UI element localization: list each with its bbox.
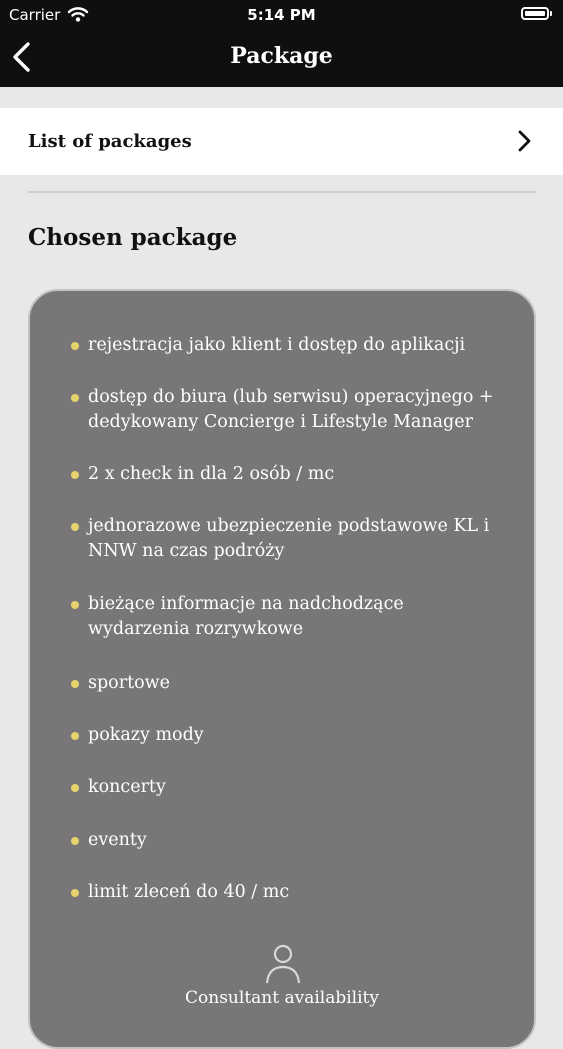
- clock: 5:14 PM: [247, 6, 316, 24]
- top-bar: Carrier 5:14 PM Package: [0, 0, 563, 87]
- bullet-icon: [71, 342, 79, 350]
- divider: [28, 191, 536, 193]
- bullet-icon: [71, 784, 79, 792]
- feature-line: pokazy mody: [88, 725, 204, 745]
- feature-line: wydarzenia rozrywkowe: [88, 619, 304, 639]
- feature-line: 2 x check in dla 2 osób / mc: [88, 464, 335, 484]
- bullet-icon: [71, 732, 79, 740]
- feature-line: jednorazowe ubezpieczenie podstawowe KL …: [88, 516, 490, 536]
- section-title: Chosen package: [28, 224, 238, 251]
- feature-line: eventy: [88, 830, 147, 850]
- status-bar: Carrier 5:14 PM: [0, 0, 563, 30]
- feature-line: koncerty: [88, 777, 166, 797]
- feature-line: rejestracja jako klient i dostęp do apli…: [88, 335, 466, 355]
- feature-item: sportowe: [71, 671, 528, 696]
- feature-line: sportowe: [88, 673, 170, 693]
- bullet-icon: [71, 837, 79, 845]
- chevron-right-icon: [518, 130, 531, 152]
- bullet-icon: [71, 601, 79, 609]
- package-card: rejestracja jako klient i dostęp do apli…: [28, 289, 536, 1049]
- feature-item: pokazy mody: [71, 723, 528, 748]
- battery-icon: [521, 7, 552, 20]
- feature-item: 2 x check in dla 2 osób / mc: [71, 462, 528, 487]
- list-of-packages-label: List of packages: [28, 131, 192, 152]
- feature-item: koncerty: [71, 775, 528, 800]
- person-icon: [265, 944, 301, 984]
- feature-line: limit zleceń do 40 / mc: [88, 882, 290, 902]
- feature-line: NNW na czas podróży: [88, 541, 285, 561]
- bullet-icon: [71, 471, 79, 479]
- feature-line: dedykowany Concierge i Lifestyle Manager: [88, 412, 473, 432]
- consultant-availability-label: Consultant availability: [185, 988, 379, 1008]
- feature-item: dostęp do biura (lub serwisu) operacyjne…: [71, 385, 528, 435]
- feature-item: rejestracja jako klient i dostęp do apli…: [71, 333, 528, 358]
- list-of-packages-row[interactable]: List of packages: [0, 108, 563, 175]
- feature-line: bieżące informacje na nadchodzące: [88, 594, 404, 614]
- feature-item: jednorazowe ubezpieczenie podstawowe KL …: [71, 514, 528, 564]
- feature-line: dostęp do biura (lub serwisu) operacyjne…: [88, 387, 494, 407]
- bullet-icon: [71, 394, 79, 402]
- bullet-icon: [71, 889, 79, 897]
- feature-item: limit zleceń do 40 / mc: [71, 880, 528, 905]
- bullet-icon: [71, 523, 79, 531]
- feature-item: bieżące informacje na nadchodzące wydarze…: [71, 592, 528, 642]
- page-title: Package: [230, 43, 333, 69]
- feature-item: eventy: [71, 828, 528, 853]
- navigation-bar: Package: [0, 30, 563, 87]
- bullet-icon: [71, 680, 79, 688]
